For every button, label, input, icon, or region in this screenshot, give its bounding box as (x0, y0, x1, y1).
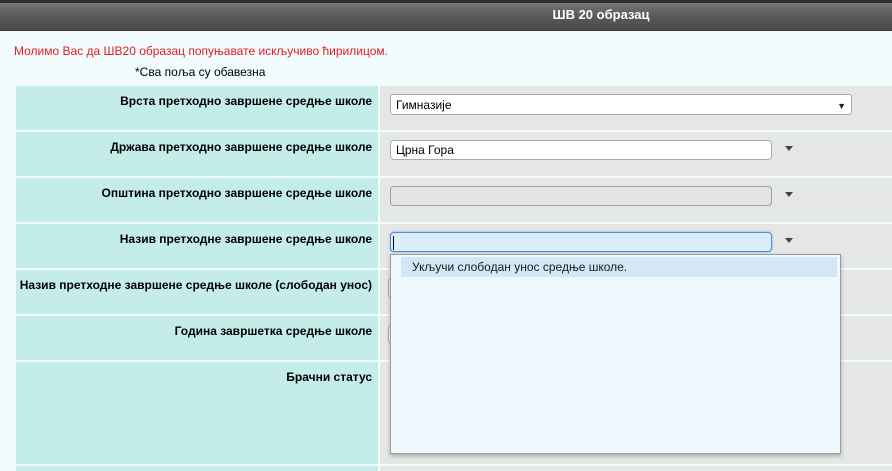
row-school-type: Врста претходно завршене средње школе Ги… (16, 86, 892, 132)
row-municipality: Општина претходно завршене средње школе (16, 178, 892, 224)
label-marital-status: Брачни статус (16, 362, 380, 464)
label-municipality: Општина претходно завршене средње школе (16, 178, 380, 222)
label-school-name-free: Назив претходне завршене средње школе (с… (16, 270, 380, 314)
municipality-combobox-input[interactable] (390, 186, 772, 206)
text-caret (393, 236, 394, 250)
school-name-autocomplete-list: Укључи слободан унос средње школе. (390, 254, 841, 454)
chevron-down-icon: ▼ (837, 101, 846, 111)
label-graduation-year: Година завршетка средње школе (16, 316, 380, 360)
value-cell (380, 178, 892, 222)
country-combobox-input[interactable]: Црна Гора (390, 140, 772, 160)
label-country: Држава претходно завршене средње школе (16, 132, 380, 176)
form-title: ШВ 20 образац (552, 7, 650, 22)
value-cell (380, 466, 892, 471)
cyrillic-notice: Молимо Вас да ШВ20 образац попуњавате ис… (14, 44, 388, 58)
row-next (16, 466, 892, 471)
page: ШВ 20 образац Молимо Вас да ШВ20 образац… (0, 0, 892, 471)
autocomplete-item-free-entry[interactable]: Укључи слободан унос средње школе. (401, 257, 837, 277)
form-header: ШВ 20 образац (0, 0, 892, 31)
school-name-combobox-input[interactable] (390, 232, 772, 252)
required-note: *Сва поља су обавезна (135, 65, 266, 79)
country-dropdown-arrow-icon[interactable] (785, 146, 793, 151)
row-country: Држава претходно завршене средње школе Ц… (16, 132, 892, 178)
municipality-dropdown-arrow-icon[interactable] (785, 192, 793, 197)
label-school-type: Врста претходно завршене средње школе (16, 86, 380, 130)
country-value: Црна Гора (396, 143, 454, 157)
label-next (16, 466, 380, 471)
school-type-select[interactable]: Гимназије ▼ (390, 94, 852, 115)
label-school-name: Назив претходне завршене средње школе (16, 224, 380, 268)
value-cell: Црна Гора (380, 132, 892, 176)
school-type-value: Гимназије (396, 98, 452, 112)
value-cell: Гимназије ▼ (380, 86, 892, 130)
school-name-dropdown-arrow-icon[interactable] (785, 238, 793, 243)
